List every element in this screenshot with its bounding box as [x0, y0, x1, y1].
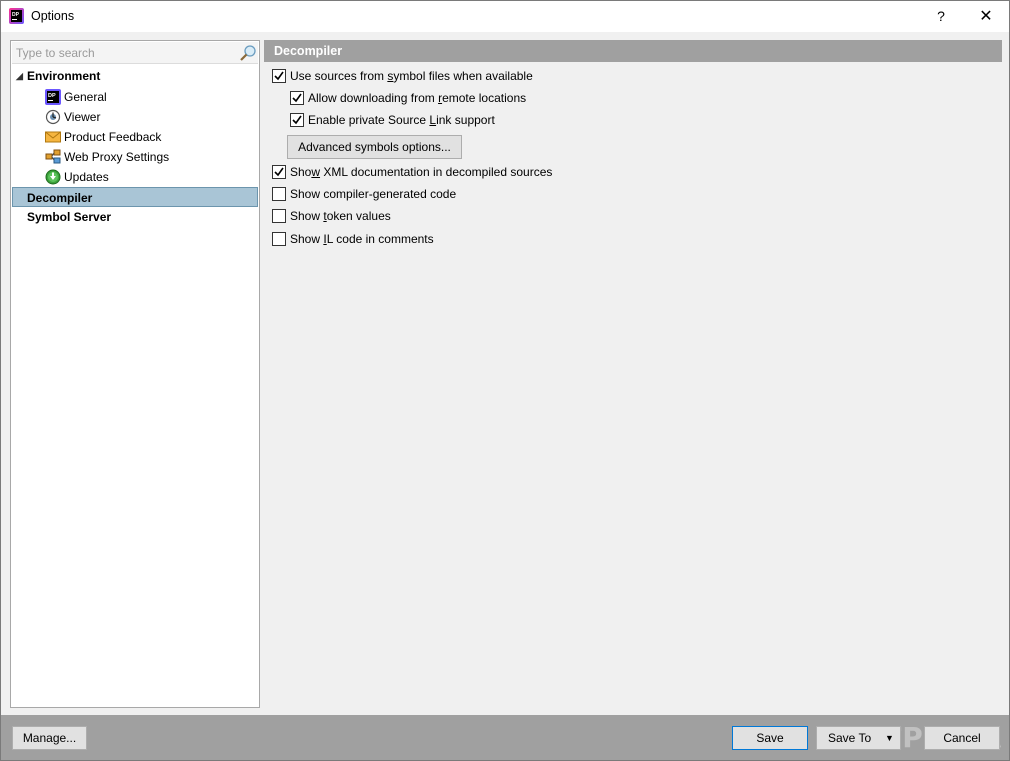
search-icon[interactable]	[239, 44, 257, 62]
token-values-label: Show token values	[290, 209, 391, 223]
manage-button[interactable]: Manage...	[12, 726, 87, 750]
search-input[interactable]	[16, 45, 231, 61]
network-icon	[45, 149, 61, 164]
save-button[interactable]: Save	[732, 726, 808, 750]
tree-item-web-proxy-settings[interactable]: Web Proxy Settings	[12, 147, 258, 167]
cancel-button[interactable]: Cancel	[924, 726, 1000, 750]
section-title: Decompiler	[264, 40, 1002, 62]
dropdown-arrow-icon[interactable]: ▼	[885, 727, 894, 749]
tree-item-viewer[interactable]: Viewer	[12, 107, 258, 127]
options-window: DP Options ? ✕ ◢ Environment DP Gene	[0, 0, 1010, 761]
save-to-label: Save To	[828, 731, 872, 745]
checkmark-icon	[274, 71, 284, 81]
checkmark-icon	[292, 93, 302, 103]
compiler-generated-label: Show compiler-generated code	[290, 187, 457, 201]
use-sources-checkbox[interactable]	[272, 69, 286, 83]
decompiler-settings-pane: Decompiler Use sources from symbol files…	[264, 40, 1003, 706]
dotpeek-app-icon: DP	[9, 8, 24, 24]
tree-item-label: Updates	[64, 170, 109, 184]
tree-item-label: Symbol Server	[27, 210, 112, 224]
tree-item-decompiler[interactable]: Decompiler	[12, 187, 258, 207]
show-xml-label: Show XML documentation in decompiled sou…	[290, 165, 553, 179]
collapse-arrow-icon[interactable]: ◢	[16, 66, 23, 86]
tree-item-label: Environment	[27, 69, 101, 83]
tree-item-label: Product Feedback	[64, 130, 162, 144]
tree-item-environment[interactable]: ◢ Environment	[12, 66, 258, 86]
source-link-checkbox[interactable]	[290, 113, 304, 127]
tree-item-label: General	[64, 90, 107, 104]
svg-text:DP: DP	[48, 93, 56, 99]
show-xml-checkbox[interactable]	[272, 165, 286, 179]
envelope-icon	[45, 131, 61, 143]
tree-item-label: Viewer	[64, 110, 101, 124]
source-link-label: Enable private Source Link support	[308, 113, 495, 127]
token-values-checkbox[interactable]	[272, 209, 286, 223]
compiler-generated-checkbox[interactable]	[272, 187, 286, 201]
settings-tree-pane: ◢ Environment DP General Viewer	[10, 40, 260, 708]
allow-downloading-checkbox[interactable]	[290, 91, 304, 105]
close-button[interactable]: ✕	[964, 1, 1008, 32]
checkmark-icon	[274, 167, 284, 177]
dialog-footer: SOFTPEDIA Manage... Save Save To ▼ Cance…	[1, 715, 1009, 760]
window-title: Options	[31, 9, 75, 23]
tree-item-symbol-server[interactable]: Symbol Server	[12, 207, 258, 227]
dotpeek-icon: DP	[45, 89, 61, 105]
save-to-button[interactable]: Save To ▼	[816, 726, 901, 750]
tree-item-product-feedback[interactable]: Product Feedback	[12, 127, 258, 147]
help-button[interactable]: ?	[919, 1, 963, 32]
advanced-symbols-options-button[interactable]: Advanced symbols options...	[287, 135, 462, 159]
tree-item-updates[interactable]: Updates	[12, 167, 258, 187]
svg-text:DP: DP	[12, 12, 20, 18]
checkmark-icon	[292, 115, 302, 125]
il-code-checkbox[interactable]	[272, 232, 286, 246]
tree-item-general[interactable]: DP General	[12, 87, 258, 107]
download-icon	[45, 169, 61, 185]
search-box	[12, 42, 258, 64]
il-code-label: Show IL code in comments	[290, 232, 434, 246]
tree-item-label: Web Proxy Settings	[64, 150, 170, 164]
viewer-icon	[45, 109, 61, 125]
use-sources-label: Use sources from symbol files when avail…	[290, 69, 533, 83]
tree-item-label: Decompiler	[27, 191, 93, 205]
allow-downloading-label: Allow downloading from remote locations	[308, 91, 527, 105]
title-bar: DP Options ? ✕	[1, 1, 1009, 32]
